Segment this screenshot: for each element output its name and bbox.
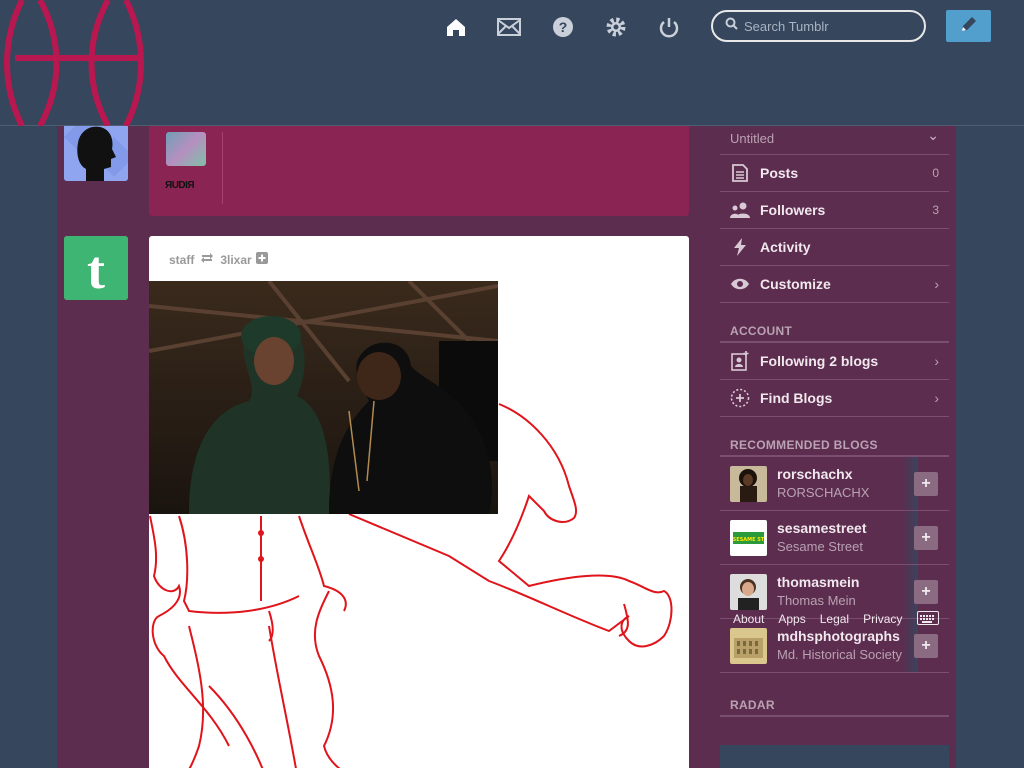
pencil-icon	[959, 14, 979, 39]
blog-avatar[interactable]	[730, 574, 767, 610]
post-photo[interactable]	[149, 281, 498, 514]
post-caption: ЯUDIЯ	[165, 180, 195, 191]
activity-icon	[730, 237, 750, 257]
blog-name[interactable]: mdhsphotographs	[777, 628, 900, 644]
chevron-down-icon: ⌄	[927, 127, 939, 143]
blog-name[interactable]: thomasmein	[777, 574, 859, 590]
divider	[222, 132, 223, 204]
footer-link-about[interactable]: About	[733, 612, 764, 626]
compose-button[interactable]	[946, 10, 991, 42]
blog-title: Md. Historical Society	[777, 647, 902, 662]
help-icon[interactable]: ?	[550, 14, 576, 40]
recommended-section-title: RECOMMENDED BLOGS	[720, 437, 949, 457]
sidebar-item-following[interactable]: Following 2 blogs ›	[720, 343, 949, 380]
svg-text:SESAME ST: SESAME ST	[733, 537, 765, 543]
logout-icon[interactable]	[656, 14, 682, 40]
follow-plus-icon[interactable]: +	[914, 472, 938, 496]
post-thumbnail[interactable]	[166, 132, 206, 166]
reblog-icon	[200, 252, 214, 267]
user-avatar[interactable]	[64, 117, 128, 181]
sidebar-item-customize[interactable]: Customize ›	[720, 266, 949, 303]
sidebar-item-followers[interactable]: Followers 3	[720, 192, 949, 229]
sidebar-item-label: Find Blogs	[760, 390, 833, 406]
svg-text:?: ?	[559, 19, 568, 35]
search-icon	[725, 17, 738, 35]
inbox-icon[interactable]	[496, 14, 522, 40]
recommended-list: rorschachx RORSCHACHX + SESAME ST sesame…	[720, 457, 949, 673]
followers-count: 3	[932, 203, 939, 217]
blog-avatar[interactable]: SESAME ST	[730, 520, 767, 556]
eye-icon	[730, 274, 750, 294]
blog-avatar[interactable]	[730, 466, 767, 502]
recommended-blog[interactable]: thomasmein Thomas Mein +	[720, 565, 949, 619]
footer-link-apps[interactable]: Apps	[778, 612, 805, 626]
footer-link-legal[interactable]: Legal	[820, 612, 849, 626]
sidebar-item-label: Posts	[760, 165, 799, 181]
sidebar-item-label: Customize	[760, 276, 831, 292]
settings-icon[interactable]	[603, 14, 629, 40]
svg-text:t: t	[87, 240, 105, 300]
blog-name[interactable]: sesamestreet	[777, 520, 867, 536]
search-input[interactable]	[744, 18, 914, 34]
staff-avatar[interactable]: t	[64, 236, 128, 300]
sidebar-item-label: Followers	[760, 202, 826, 218]
sidebar-item-activity[interactable]: Activity	[720, 229, 949, 266]
blog-title: Untitled	[730, 131, 775, 146]
radar-section-title: RADAR	[720, 697, 949, 717]
recommended-blog[interactable]: mdhsphotographs Md. Historical Society +	[720, 619, 949, 673]
post-card: staff 3lixar	[149, 236, 689, 768]
following-icon	[730, 351, 750, 371]
sidebar-item-posts[interactable]: Posts 0	[720, 155, 949, 192]
follow-plus-icon[interactable]: +	[914, 634, 938, 658]
top-header: ?	[0, 0, 1024, 128]
reblog-source[interactable]: 3lixar	[220, 253, 251, 267]
sidebar-item-find-blogs[interactable]: Find Blogs ›	[720, 380, 949, 417]
chevron-right-icon: ›	[934, 390, 939, 406]
follow-plus-icon[interactable]: +	[914, 526, 938, 550]
recommended-blog[interactable]: SESAME ST sesamestreet Sesame Street +	[720, 511, 949, 565]
keyboard-shortcuts-icon[interactable]	[917, 611, 939, 625]
blog-title: Thomas Mein	[777, 593, 856, 608]
post-header: staff 3lixar	[169, 252, 268, 267]
previous-post: ЯUDIЯ	[149, 126, 689, 216]
home-icon[interactable]	[443, 14, 469, 40]
blog-selector[interactable]: Untitled ⌄	[720, 126, 949, 155]
footer-link-privacy[interactable]: Privacy	[863, 612, 902, 626]
search-box[interactable]	[711, 10, 926, 42]
blog-name[interactable]: rorschachx	[777, 466, 852, 482]
blog-avatar[interactable]	[730, 628, 767, 664]
find-blogs-icon	[730, 388, 750, 408]
sidebar: Untitled ⌄ Posts 0 Followers 3 Activity …	[720, 126, 949, 717]
chevron-right-icon: ›	[934, 276, 939, 292]
followers-icon	[730, 200, 750, 220]
chevron-right-icon: ›	[934, 353, 939, 369]
blog-logo[interactable]	[0, 0, 150, 128]
recommended-blog[interactable]: rorschachx RORSCHACHX +	[720, 457, 949, 511]
post-author[interactable]: staff	[169, 253, 194, 267]
sidebar-item-label: Following 2 blogs	[760, 353, 879, 369]
footer-links: About Apps Legal Privacy	[733, 612, 902, 626]
blog-title: RORSCHACHX	[777, 485, 870, 500]
follow-plus-icon[interactable]: +	[914, 580, 938, 604]
radar-panel	[720, 745, 949, 768]
follow-plus-icon[interactable]	[255, 252, 268, 267]
posts-icon	[730, 163, 750, 183]
account-section-title: ACCOUNT	[720, 323, 949, 343]
posts-count: 0	[932, 166, 939, 180]
sidebar-item-label: Activity	[760, 239, 811, 255]
blog-title: Sesame Street	[777, 539, 863, 554]
